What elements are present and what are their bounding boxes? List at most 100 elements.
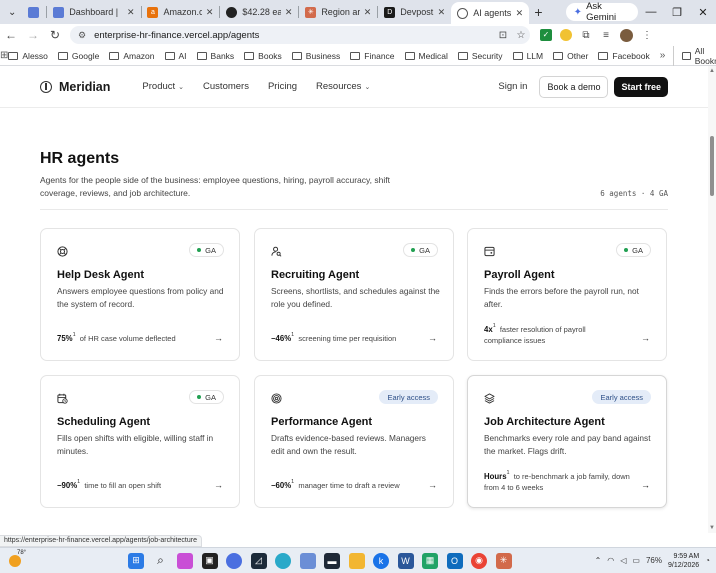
- close-icon[interactable]: ✕: [285, 7, 293, 18]
- agent-card-recruiting[interactable]: GA Recruiting Agent Screens, shortlists,…: [254, 228, 454, 361]
- reload-icon[interactable]: ↻: [44, 28, 66, 42]
- agent-card-help-desk[interactable]: GA Help Desk Agent Answers employee ques…: [40, 228, 240, 361]
- start-free-button[interactable]: Start free: [614, 76, 668, 97]
- bookmark-books[interactable]: Books: [244, 51, 282, 61]
- nav-customers[interactable]: Customers: [203, 81, 249, 92]
- terminal-icon[interactable]: ▣: [201, 552, 218, 569]
- ask-gemini-button[interactable]: ✦ Ask Gemini: [565, 1, 638, 23]
- page-scrollbar[interactable]: ▲ ▼: [708, 66, 716, 533]
- bookmark-medical[interactable]: Medical: [404, 51, 448, 61]
- tab-search-icon[interactable]: ⌄: [2, 2, 22, 22]
- copilot-icon[interactable]: [177, 552, 193, 569]
- bookmark-llm[interactable]: LLM: [512, 51, 543, 61]
- nav-resources[interactable]: Resources ⌄: [316, 81, 370, 92]
- tab-2[interactable]: a Amazon.com ✕: [141, 2, 219, 22]
- bookmark-star-icon[interactable]: ☆: [512, 30, 530, 41]
- close-icon[interactable]: ✕: [127, 7, 135, 18]
- agent-card-performance[interactable]: Early access Performance Agent Drafts ev…: [254, 375, 454, 508]
- file-explorer-icon[interactable]: [348, 552, 365, 569]
- bookmark-business[interactable]: Business: [291, 51, 340, 61]
- bookmark-finance[interactable]: Finance: [350, 51, 395, 61]
- outlook-icon[interactable]: O: [446, 552, 463, 569]
- brand-logo[interactable]: Meridian: [40, 80, 110, 94]
- bookmark-alesso[interactable]: Alesso: [8, 51, 48, 61]
- extension-lock-icon[interactable]: [560, 29, 572, 41]
- bookmark-google[interactable]: Google: [57, 51, 99, 61]
- arrow-right-icon[interactable]: →: [428, 480, 437, 490]
- arrow-right-icon[interactable]: →: [641, 480, 650, 490]
- nav-pricing[interactable]: Pricing: [268, 81, 297, 92]
- close-icon[interactable]: ✕: [516, 8, 524, 19]
- bookmark-banks[interactable]: Banks: [196, 51, 234, 61]
- edge-icon[interactable]: [275, 552, 291, 569]
- site-info-icon[interactable]: ⚙: [78, 30, 86, 41]
- close-window-icon[interactable]: ✕: [690, 6, 716, 19]
- bookmark-other[interactable]: Other: [553, 51, 588, 61]
- nav-product[interactable]: Product ⌄: [142, 81, 184, 92]
- bookmarks-overflow-icon[interactable]: »: [660, 50, 666, 61]
- restore-icon[interactable]: ❐: [664, 6, 690, 19]
- card-description: Fills open shifts with eligible, willing…: [57, 433, 214, 456]
- volume-icon[interactable]: ◁: [620, 556, 626, 565]
- install-app-icon[interactable]: ⊡: [494, 30, 512, 41]
- chrome-icon[interactable]: ◉: [471, 552, 487, 569]
- bookmark-security[interactable]: Security: [457, 51, 503, 61]
- tab-4[interactable]: ✳ Region area ✕: [299, 2, 377, 22]
- reading-list-icon[interactable]: ≡: [596, 30, 616, 41]
- wifi-icon[interactable]: ◠: [607, 556, 614, 565]
- word-icon[interactable]: W: [397, 552, 414, 569]
- tab-0[interactable]: [22, 2, 46, 22]
- search-icon[interactable]: ⌕: [153, 553, 169, 569]
- scrollbar-thumb[interactable]: [710, 136, 714, 196]
- minimize-icon[interactable]: —: [638, 6, 664, 19]
- windows-start-icon[interactable]: ⊞: [128, 552, 144, 569]
- sign-in-link[interactable]: Sign in: [498, 81, 527, 92]
- arrow-right-icon[interactable]: →: [428, 333, 437, 343]
- k-app-icon[interactable]: k: [373, 552, 389, 569]
- new-tab-button[interactable]: +: [529, 4, 547, 20]
- bookmark-amazon[interactable]: Amazon: [109, 51, 155, 61]
- extension-check-icon[interactable]: ✓: [540, 29, 552, 41]
- arrow-right-icon[interactable]: →: [214, 480, 223, 490]
- claude-icon[interactable]: ✳: [495, 552, 512, 569]
- scroll-up-icon[interactable]: ▲: [709, 68, 715, 74]
- agent-card-job-architecture[interactable]: Early access Job Architecture Agent Benc…: [467, 375, 667, 508]
- close-icon[interactable]: ✕: [206, 7, 214, 18]
- url-text[interactable]: enterprise-hr-finance.vercel.app/agents: [94, 30, 494, 41]
- app-icon[interactable]: [226, 552, 242, 569]
- tab-5[interactable]: D Devpost ✕: [378, 2, 451, 22]
- all-bookmarks-button[interactable]: All Bookmarks: [673, 45, 716, 66]
- agent-card-scheduling[interactable]: GA Scheduling Agent Fills open shifts wi…: [40, 375, 240, 508]
- status-badge: GA: [403, 243, 438, 257]
- chevron-up-icon[interactable]: ⌃: [595, 556, 602, 565]
- battery-icon[interactable]: ▭: [632, 556, 640, 565]
- address-bar[interactable]: ⚙ enterprise-hr-finance.vercel.app/agent…: [70, 26, 530, 44]
- book-demo-button[interactable]: Book a demo: [539, 75, 609, 98]
- tab-6-active[interactable]: AI agents fo ✕: [451, 2, 530, 24]
- visual-studio-icon[interactable]: ◿: [250, 552, 267, 569]
- notes-icon[interactable]: [299, 552, 316, 569]
- calculator-icon[interactable]: ▦: [422, 552, 438, 569]
- analytics-icon: [53, 6, 65, 18]
- bookmark-ai[interactable]: AI: [164, 51, 187, 61]
- tab-1[interactable]: Dashboard | ✕: [47, 2, 140, 22]
- profile-avatar[interactable]: [620, 28, 633, 42]
- menu-kebab-icon[interactable]: ⋮: [637, 30, 657, 41]
- close-icon[interactable]: ✕: [364, 7, 372, 18]
- notification-bell-icon[interactable]: ◔: [705, 556, 710, 565]
- forward-icon[interactable]: →: [22, 28, 44, 42]
- window-icon[interactable]: ▬: [324, 552, 340, 569]
- system-tray: ⌃ ◠ ◁ ▭ 76% 9:59 AM 9/12/2026 ◔: [595, 552, 716, 570]
- bookmark-facebook[interactable]: Facebook: [598, 51, 650, 61]
- back-icon[interactable]: ←: [0, 28, 22, 42]
- tab-3[interactable]: $42.28 earni ✕: [220, 2, 298, 22]
- scroll-down-icon[interactable]: ▼: [709, 525, 715, 531]
- agent-card-payroll[interactable]: GA Payroll Agent Finds the errors before…: [467, 228, 667, 361]
- close-icon[interactable]: ✕: [438, 7, 446, 18]
- extensions-puzzle-icon[interactable]: ⧉: [576, 30, 596, 41]
- weather-widget[interactable]: 78°: [0, 550, 30, 567]
- arrow-right-icon[interactable]: →: [641, 333, 650, 343]
- arrow-right-icon[interactable]: →: [214, 333, 223, 343]
- system-clock[interactable]: 9:59 AM 9/12/2026: [668, 552, 699, 570]
- apps-grid-icon[interactable]: ⊞: [0, 50, 8, 61]
